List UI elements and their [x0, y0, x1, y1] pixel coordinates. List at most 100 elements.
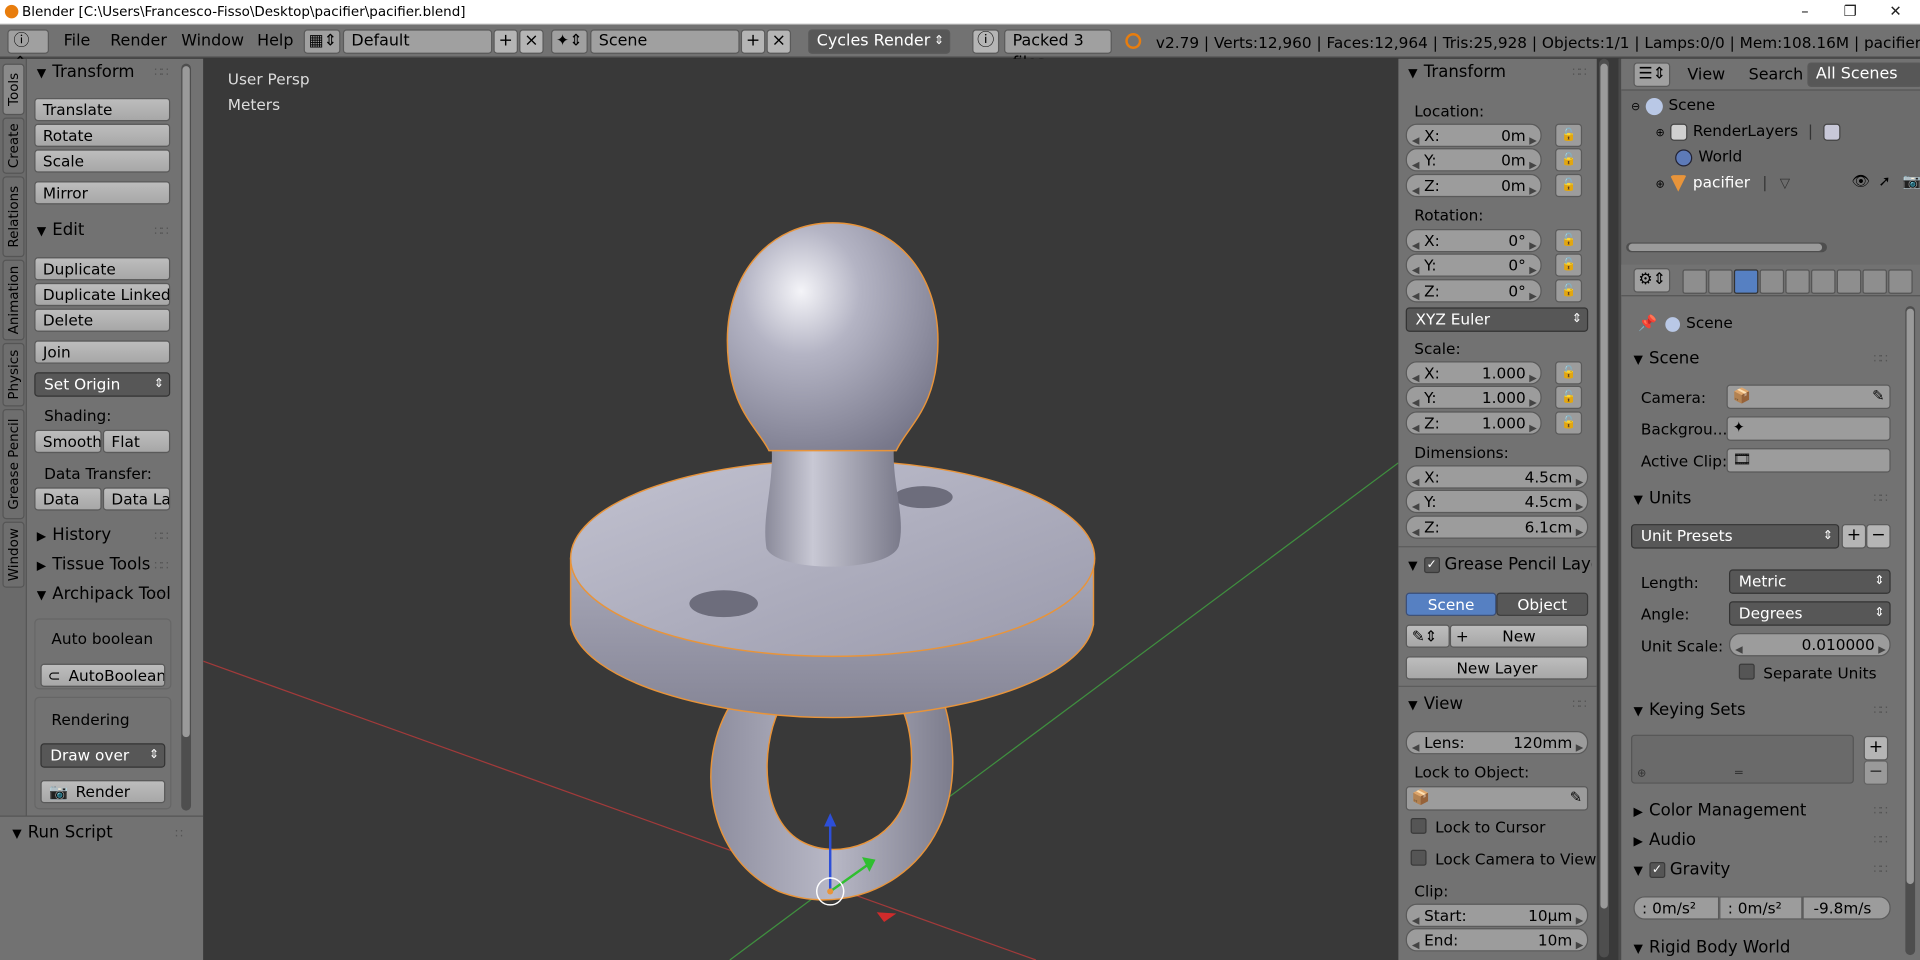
render-button[interactable]: 📷 Render [40, 780, 166, 804]
tab-tools[interactable]: Tools [2, 63, 25, 116]
rotation-z-field[interactable]: ◀ Z: 0° ▶ [1405, 279, 1542, 303]
gravity-y-field[interactable]: : 0m/s² [1719, 896, 1803, 920]
drag-grip-icon[interactable]: ∷∷ [1873, 353, 1887, 366]
gp-new-button[interactable]: + New [1449, 624, 1589, 648]
constraints-tab-icon[interactable] [1811, 269, 1836, 294]
n-panel-scrollbar[interactable] [1599, 58, 1609, 958]
location-x-field[interactable]: ◀ X: 0m ▶ [1405, 123, 1542, 147]
background-field[interactable]: ✦ [1726, 416, 1891, 441]
minimize-button[interactable]: – [1780, 0, 1829, 24]
dimension-x-field[interactable]: ◀ X: 4.5cm ▶ [1405, 465, 1589, 489]
rotation-y-field[interactable]: ◀ Y: 0° ▶ [1405, 253, 1542, 277]
n-transform-header[interactable]: ▼ Transform [1408, 62, 1506, 82]
history-header[interactable]: ▶ History [37, 525, 111, 545]
tab-animation[interactable]: Animation [2, 259, 25, 341]
rotate-button[interactable]: Rotate [34, 123, 171, 147]
lock-location-y-icon[interactable]: 🔓 [1555, 148, 1583, 172]
scale-z-field[interactable]: ◀ Z: 1.000 ▶ [1405, 411, 1542, 435]
maximize-button[interactable]: ❐ [1826, 0, 1875, 24]
selectable-cursor-icon[interactable]: ➚ [1878, 173, 1890, 190]
gp-scene-toggle[interactable]: Scene [1405, 592, 1497, 616]
translate-button[interactable]: Translate [34, 97, 171, 122]
drag-grip-icon[interactable]: ∷∷ [154, 589, 168, 602]
outliner-row-pacifier[interactable]: ⊕ pacifier | ▽ [1656, 173, 1790, 192]
drag-grip-icon[interactable]: ∷∷ [1873, 492, 1887, 505]
dimension-z-field[interactable]: ◀ Z: 6.1cm ▶ [1405, 515, 1589, 539]
shade-smooth-button[interactable]: Smooth [34, 429, 102, 454]
gp-object-toggle[interactable]: Object [1496, 592, 1589, 616]
tissue-tools-header[interactable]: ▶ Tissue Tools [37, 555, 151, 575]
unit-presets-dropdown[interactable]: Unit Presets ⇕ [1631, 524, 1840, 549]
lock-location-x-icon[interactable]: 🔓 [1555, 123, 1583, 147]
menu-help[interactable]: Help [257, 32, 293, 50]
outliner-row-world[interactable]: World [1675, 147, 1742, 166]
drag-grip-icon[interactable]: ∷ [175, 828, 183, 841]
draw-over-dropdown[interactable]: Draw over ⇕ [40, 743, 166, 768]
rotation-x-field[interactable]: ◀ X: 0° ▶ [1405, 228, 1542, 253]
drag-grip-icon[interactable]: ∷∷ [1873, 834, 1887, 847]
tab-relations[interactable]: Relations [2, 176, 25, 258]
active-clip-field[interactable]: 🎞 [1726, 448, 1891, 473]
outliner-row-scene[interactable]: ⊖ Scene [1631, 96, 1715, 115]
color-management-header[interactable]: ▶ Color Management [1633, 801, 1806, 821]
menu-window[interactable]: Window [181, 32, 244, 50]
3d-viewport[interactable]: User Persp Meters [203, 58, 1399, 960]
object-tab-icon[interactable] [1785, 269, 1810, 294]
properties-editor-type-button[interactable]: ⚙⇕ [1633, 268, 1671, 293]
dimension-y-field[interactable]: ◀ Y: 4.5cm ▶ [1405, 489, 1589, 514]
transform-header[interactable]: ▼ Transform [37, 62, 135, 82]
drag-grip-icon[interactable]: ∷∷ [1873, 704, 1887, 717]
render-layers-tab-icon[interactable] [1708, 269, 1733, 294]
scrollbar-thumb[interactable] [1600, 63, 1608, 909]
render-tab-icon[interactable] [1682, 269, 1707, 294]
remove-preset-button[interactable]: − [1866, 524, 1891, 549]
join-button[interactable]: Join [34, 340, 171, 364]
archipack-header[interactable]: ▼ Archipack Tools [37, 584, 172, 604]
gp-pencil-selector[interactable]: ✎⇕ [1405, 624, 1450, 648]
layout-name-field[interactable]: Default [342, 29, 493, 54]
delete-button[interactable]: Delete [34, 308, 171, 332]
audio-header[interactable]: ▶ Audio [1633, 830, 1696, 850]
pacifier-nipple[interactable] [726, 222, 939, 452]
drag-grip-icon[interactable]: ∷∷ [1572, 66, 1586, 79]
rotation-mode-dropdown[interactable]: XYZ Euler ⇕ [1405, 307, 1589, 332]
auto-boolean-button[interactable]: ⊂ AutoBoolean [40, 663, 166, 687]
gravity-checkbox[interactable]: ✓ [1649, 861, 1665, 878]
edit-header[interactable]: ▼ Edit [37, 220, 85, 240]
clip-end-field[interactable]: ◀ End: 10m ▶ [1405, 928, 1589, 952]
shade-flat-button[interactable]: Flat [102, 429, 171, 454]
delete-layout-button[interactable]: × [519, 29, 544, 54]
grease-pencil-checkbox[interactable]: ✓ [1423, 556, 1440, 573]
scene-selector-button[interactable]: ✦⇕ [551, 29, 588, 54]
editor-type-button[interactable]: ⓘ ⇕ [7, 29, 49, 72]
menu-file[interactable]: File [64, 32, 91, 50]
gravity-z-field[interactable]: -9.8m/s [1802, 896, 1891, 920]
tab-grease-pencil[interactable]: Grease Pencil [2, 408, 25, 520]
lock-object-field[interactable]: 📦 ✎ [1405, 786, 1589, 811]
drag-grip-icon[interactable]: ∷∷ [154, 225, 168, 238]
tab-physics[interactable]: Physics [2, 342, 25, 407]
tab-create[interactable]: Create [2, 117, 25, 174]
properties-scrollbar[interactable] [1905, 306, 1916, 956]
angle-dropdown[interactable]: Degrees ⇕ [1728, 601, 1891, 626]
location-y-field[interactable]: ◀ Y: 0m ▶ [1405, 148, 1542, 172]
grease-pencil-header[interactable]: ▼ ✓ Grease Pencil Layer [1408, 555, 1592, 575]
render-layer-toggle-icon[interactable] [1822, 123, 1840, 141]
add-preset-button[interactable]: + [1841, 524, 1867, 549]
duplicate-linked-button[interactable]: Duplicate Linked [34, 282, 171, 307]
data-layers-button[interactable]: Data La [102, 487, 171, 511]
menu-render[interactable]: Render [110, 32, 167, 50]
drag-grip-icon[interactable]: ∷∷ [1572, 698, 1586, 711]
scale-y-field[interactable]: ◀ Y: 1.000 ▶ [1405, 385, 1542, 409]
view-header[interactable]: ▼ View [1408, 694, 1463, 714]
duplicate-button[interactable]: Duplicate [34, 257, 171, 281]
lock-location-z-icon[interactable]: 🔓 [1555, 173, 1583, 198]
remove-keying-set-button[interactable]: − [1863, 760, 1889, 785]
rigid-body-world-header[interactable]: ▼ Rigid Body World [1633, 938, 1790, 958]
lock-scale-z-icon[interactable]: 🔓 [1555, 411, 1583, 435]
layout-selector-button[interactable]: ▦⇕ [303, 29, 341, 54]
drag-grip-icon[interactable]: ∷∷ [154, 66, 168, 79]
lock-rotation-x-icon[interactable]: 🔓 [1555, 228, 1583, 253]
separate-units-checkbox[interactable] [1738, 663, 1755, 680]
outliner-menu-view[interactable]: View [1687, 66, 1725, 84]
